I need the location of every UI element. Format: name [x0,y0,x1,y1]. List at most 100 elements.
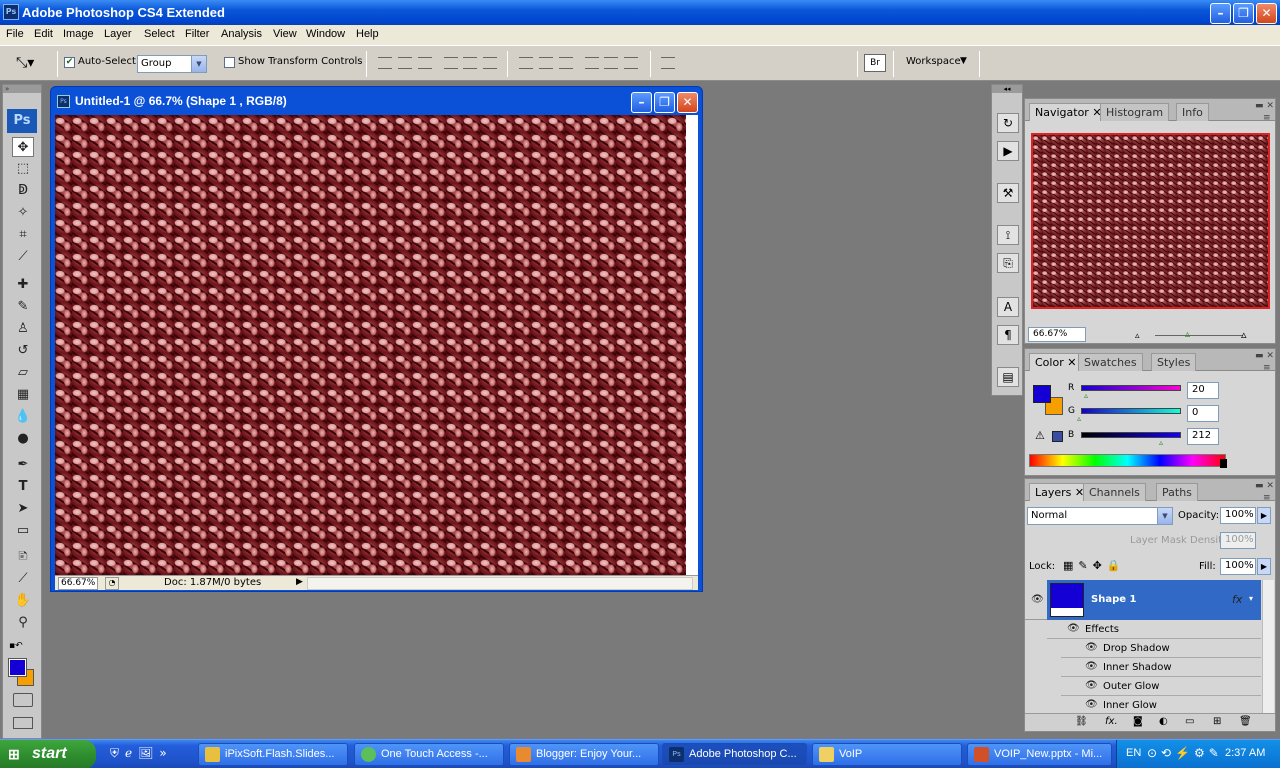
character-panel-icon[interactable]: A [997,297,1019,317]
type-tool[interactable]: T [12,477,34,497]
menu-help[interactable]: Help [356,28,379,40]
doc-close-button[interactable]: ✕ [677,92,698,113]
tray-icons[interactable]: ⊙⟲⚡⚙✎ [1147,746,1223,760]
r-slider[interactable] [1081,385,1181,391]
visibility-eye-icon[interactable]: 👁 [1085,642,1098,653]
maximize-button[interactable]: ❐ [1233,3,1254,24]
gradient-tool[interactable]: ▦ [12,385,34,405]
task-powerpoint[interactable]: VOIP_New.pptx - Mi... [967,743,1112,766]
status-info-icon[interactable]: ◔ [105,577,119,590]
task-ipixsoft[interactable]: iPixSoft.Flash.Slides... [198,743,348,766]
language-indicator[interactable]: EN [1126,747,1141,759]
menu-edit[interactable]: Edit [34,28,53,40]
distribute-right-icon[interactable] [624,57,638,69]
b-slider[interactable] [1081,432,1181,438]
hand-tool[interactable]: ✋ [12,591,34,611]
tool-presets-icon[interactable]: ⚒ [997,183,1019,203]
panel-minimize-icon[interactable]: ▬ ✕ [1255,481,1274,491]
r-value-field[interactable]: 20 [1187,382,1219,399]
color-spectrum-ramp[interactable] [1029,454,1226,467]
distribute-top-icon[interactable] [519,57,533,69]
quick-launch-icons[interactable]: ⛨ℯ🖼» [110,746,173,761]
tab-styles[interactable]: Styles [1151,353,1197,371]
panel-menu-icon[interactable]: ≡ [1263,363,1271,373]
pen-tool[interactable]: ✒ [12,455,34,475]
status-menu-arrow-icon[interactable]: ▶ [296,577,303,587]
visibility-eye-icon[interactable]: 👁 [1067,623,1080,634]
fill-arrow-icon[interactable]: ▶ [1257,558,1271,575]
panel-menu-icon[interactable]: ≡ [1263,493,1271,503]
doc-maximize-button[interactable]: ❐ [654,92,675,113]
auto-select-dropdown[interactable]: Group ▼ [137,55,207,73]
move-tool[interactable]: ✥ [12,137,34,157]
tab-histogram[interactable]: Histogram [1100,103,1170,121]
start-button[interactable]: ⊞ start [0,740,96,768]
blend-mode-dropdown[interactable]: Normal ▼ [1027,507,1173,525]
align-hcenter-icon[interactable] [463,57,477,69]
panel-menu-icon[interactable]: ≡ [1263,113,1271,123]
notes-tool[interactable]: 🗈 [12,547,34,567]
transform-controls-checkbox[interactable] [224,57,235,68]
quick-mask-icon[interactable] [13,693,33,707]
auto-align-layers-icon[interactable] [661,57,675,69]
align-right-icon[interactable] [483,57,497,69]
effect-row[interactable]: 👁 Outer Glow [1061,677,1261,696]
paragraph-panel-icon[interactable]: ¶ [997,325,1019,345]
brush-tool[interactable]: ✎ [12,297,34,317]
expand-panels-icon[interactable]: ◂◂ [992,85,1022,93]
doc-minimize-button[interactable]: – [631,92,652,113]
distribute-bottom-icon[interactable] [559,57,573,69]
zoom-tool[interactable]: ⚲ [12,613,34,633]
menu-image[interactable]: Image [63,28,94,40]
canvas-vertical-scrollbar[interactable] [686,115,698,575]
auto-select-checkbox[interactable]: ✔ [64,57,75,68]
align-left-icon[interactable] [444,57,458,69]
tab-info[interactable]: Info [1176,103,1209,121]
adjustment-layer-icon[interactable]: ◐ [1159,716,1168,727]
layers-scrollbar[interactable] [1262,580,1274,713]
opacity-arrow-icon[interactable]: ▶ [1257,507,1271,524]
clone-source-icon[interactable]: ⎘ [997,253,1019,273]
effect-row[interactable]: 👁 Drop Shadow [1061,639,1261,658]
move-tool-preset-icon[interactable]: ⤡▾ [16,55,34,71]
eraser-tool[interactable]: ▱ [12,363,34,383]
menu-filter[interactable]: Filter [185,28,209,40]
foreground-color-swatch[interactable] [8,658,27,677]
g-slider[interactable] [1081,408,1181,414]
eyedropper-tool[interactable]: ⟋ [12,247,34,267]
zoom-out-icon[interactable]: ▵ [1135,331,1140,341]
menu-file[interactable]: File [6,28,24,40]
history-brush-tool[interactable]: ↺ [12,341,34,361]
marquee-tool[interactable]: ⬚ [12,159,34,179]
panel-minimize-icon[interactable]: ▬ ✕ [1255,351,1274,361]
history-panel-icon[interactable]: ↻ [997,113,1019,133]
collapse-effects-icon[interactable]: ▾ [1249,594,1253,603]
b-slider-handle[interactable]: ▵ [1159,438,1163,447]
spectrum-black-white[interactable] [1220,459,1227,468]
tab-paths[interactable]: Paths [1156,483,1198,501]
visibility-eye-icon[interactable]: 👁 [1085,680,1098,691]
g-slider-handle[interactable]: ▵ [1077,414,1081,423]
zoom-level-field[interactable]: 66.67% [58,577,98,590]
bridge-icon[interactable]: Br [864,54,886,72]
link-layers-icon[interactable]: ⛓ [1075,716,1088,727]
screen-mode-icon[interactable] [13,717,33,729]
magic-wand-tool[interactable]: ✧ [12,203,34,223]
default-colors-icon[interactable]: ▪↶ [9,641,23,651]
menu-layer[interactable]: Layer [104,28,132,40]
r-slider-handle[interactable]: ▵ [1084,391,1088,400]
fill-field[interactable]: 100% [1220,558,1256,575]
minimize-button[interactable]: – [1210,3,1231,24]
new-group-icon[interactable]: ▭ [1185,716,1194,727]
dodge-tool[interactable]: ● [12,429,34,449]
b-value-field[interactable]: 212 [1187,428,1219,445]
tab-color[interactable]: Color ✕ [1029,353,1083,371]
opacity-field[interactable]: 100% [1220,507,1256,524]
tab-layers[interactable]: Layers ✕ [1029,483,1091,501]
align-vcenter-icon[interactable] [398,57,412,69]
navigator-thumbnail[interactable] [1031,133,1270,309]
document-canvas[interactable] [55,115,686,575]
zoom-in-icon[interactable]: ▵ [1241,328,1247,341]
path-selection-tool[interactable]: ➤ [12,499,34,519]
menu-window[interactable]: Window [306,28,345,40]
